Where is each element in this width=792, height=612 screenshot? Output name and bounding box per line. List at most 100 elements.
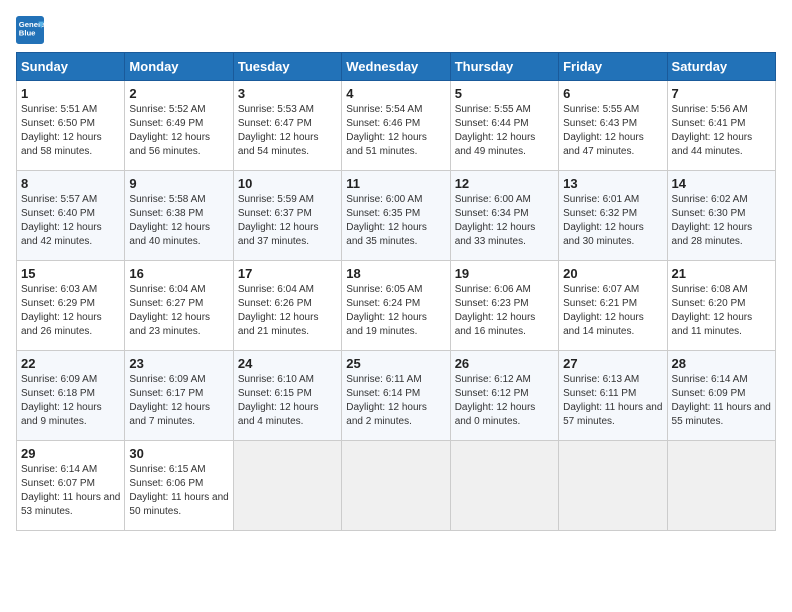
calendar-cell [450, 441, 558, 531]
calendar-cell: 23 Sunrise: 6:09 AMSunset: 6:17 PMDaylig… [125, 351, 233, 441]
calendar-cell [559, 441, 667, 531]
day-info: Sunrise: 6:00 AMSunset: 6:34 PMDaylight:… [455, 194, 536, 247]
col-header-thursday: Thursday [450, 53, 558, 81]
day-number: 17 [238, 266, 337, 281]
day-info: Sunrise: 5:58 AMSunset: 6:38 PMDaylight:… [129, 194, 210, 247]
calendar-cell: 13 Sunrise: 6:01 AMSunset: 6:32 PMDaylig… [559, 171, 667, 261]
calendar-table: SundayMondayTuesdayWednesdayThursdayFrid… [16, 52, 776, 531]
col-header-wednesday: Wednesday [342, 53, 450, 81]
day-info: Sunrise: 5:59 AMSunset: 6:37 PMDaylight:… [238, 194, 319, 247]
calendar-cell: 5 Sunrise: 5:55 AMSunset: 6:44 PMDayligh… [450, 81, 558, 171]
day-number: 20 [563, 266, 662, 281]
day-number: 12 [455, 176, 554, 191]
calendar-cell [233, 441, 341, 531]
col-header-friday: Friday [559, 53, 667, 81]
day-info: Sunrise: 6:04 AMSunset: 6:27 PMDaylight:… [129, 284, 210, 337]
day-number: 26 [455, 356, 554, 371]
calendar-cell: 27 Sunrise: 6:13 AMSunset: 6:11 PMDaylig… [559, 351, 667, 441]
calendar-cell: 15 Sunrise: 6:03 AMSunset: 6:29 PMDaylig… [17, 261, 125, 351]
calendar-cell [667, 441, 775, 531]
day-number: 21 [672, 266, 771, 281]
day-number: 29 [21, 446, 120, 461]
calendar-cell: 19 Sunrise: 6:06 AMSunset: 6:23 PMDaylig… [450, 261, 558, 351]
calendar-cell: 26 Sunrise: 6:12 AMSunset: 6:12 PMDaylig… [450, 351, 558, 441]
day-info: Sunrise: 6:00 AMSunset: 6:35 PMDaylight:… [346, 194, 427, 247]
day-info: Sunrise: 5:56 AMSunset: 6:41 PMDaylight:… [672, 104, 753, 157]
day-info: Sunrise: 5:57 AMSunset: 6:40 PMDaylight:… [21, 194, 102, 247]
day-number: 28 [672, 356, 771, 371]
calendar-week-3: 15 Sunrise: 6:03 AMSunset: 6:29 PMDaylig… [17, 261, 776, 351]
day-number: 18 [346, 266, 445, 281]
day-number: 24 [238, 356, 337, 371]
day-info: Sunrise: 6:15 AMSunset: 6:06 PMDaylight:… [129, 464, 228, 517]
day-number: 22 [21, 356, 120, 371]
logo: General Blue [16, 16, 48, 44]
col-header-saturday: Saturday [667, 53, 775, 81]
day-info: Sunrise: 5:55 AMSunset: 6:43 PMDaylight:… [563, 104, 644, 157]
calendar-week-4: 22 Sunrise: 6:09 AMSunset: 6:18 PMDaylig… [17, 351, 776, 441]
day-info: Sunrise: 6:04 AMSunset: 6:26 PMDaylight:… [238, 284, 319, 337]
day-number: 30 [129, 446, 228, 461]
calendar-cell: 22 Sunrise: 6:09 AMSunset: 6:18 PMDaylig… [17, 351, 125, 441]
day-number: 3 [238, 86, 337, 101]
day-info: Sunrise: 5:55 AMSunset: 6:44 PMDaylight:… [455, 104, 536, 157]
calendar-cell: 9 Sunrise: 5:58 AMSunset: 6:38 PMDayligh… [125, 171, 233, 261]
day-number: 6 [563, 86, 662, 101]
day-number: 9 [129, 176, 228, 191]
calendar-cell [342, 441, 450, 531]
day-number: 2 [129, 86, 228, 101]
calendar-cell: 3 Sunrise: 5:53 AMSunset: 6:47 PMDayligh… [233, 81, 341, 171]
day-number: 16 [129, 266, 228, 281]
calendar-cell: 28 Sunrise: 6:14 AMSunset: 6:09 PMDaylig… [667, 351, 775, 441]
day-info: Sunrise: 6:14 AMSunset: 6:09 PMDaylight:… [672, 374, 771, 427]
calendar-cell: 1 Sunrise: 5:51 AMSunset: 6:50 PMDayligh… [17, 81, 125, 171]
logo-icon: General Blue [16, 16, 44, 44]
day-info: Sunrise: 6:05 AMSunset: 6:24 PMDaylight:… [346, 284, 427, 337]
day-info: Sunrise: 6:11 AMSunset: 6:14 PMDaylight:… [346, 374, 427, 427]
calendar-week-5: 29 Sunrise: 6:14 AMSunset: 6:07 PMDaylig… [17, 441, 776, 531]
calendar-cell: 17 Sunrise: 6:04 AMSunset: 6:26 PMDaylig… [233, 261, 341, 351]
calendar-cell: 21 Sunrise: 6:08 AMSunset: 6:20 PMDaylig… [667, 261, 775, 351]
calendar-cell: 18 Sunrise: 6:05 AMSunset: 6:24 PMDaylig… [342, 261, 450, 351]
calendar-week-2: 8 Sunrise: 5:57 AMSunset: 6:40 PMDayligh… [17, 171, 776, 261]
calendar-cell: 14 Sunrise: 6:02 AMSunset: 6:30 PMDaylig… [667, 171, 775, 261]
col-header-monday: Monday [125, 53, 233, 81]
calendar-cell: 2 Sunrise: 5:52 AMSunset: 6:49 PMDayligh… [125, 81, 233, 171]
day-number: 25 [346, 356, 445, 371]
col-header-tuesday: Tuesday [233, 53, 341, 81]
day-number: 15 [21, 266, 120, 281]
day-number: 14 [672, 176, 771, 191]
calendar-cell: 7 Sunrise: 5:56 AMSunset: 6:41 PMDayligh… [667, 81, 775, 171]
day-info: Sunrise: 5:53 AMSunset: 6:47 PMDaylight:… [238, 104, 319, 157]
day-info: Sunrise: 6:09 AMSunset: 6:18 PMDaylight:… [21, 374, 102, 427]
svg-text:Blue: Blue [19, 29, 36, 38]
day-number: 19 [455, 266, 554, 281]
calendar-cell: 4 Sunrise: 5:54 AMSunset: 6:46 PMDayligh… [342, 81, 450, 171]
header: General Blue [16, 16, 776, 44]
calendar-cell: 12 Sunrise: 6:00 AMSunset: 6:34 PMDaylig… [450, 171, 558, 261]
calendar-cell: 20 Sunrise: 6:07 AMSunset: 6:21 PMDaylig… [559, 261, 667, 351]
day-info: Sunrise: 5:52 AMSunset: 6:49 PMDaylight:… [129, 104, 210, 157]
calendar-cell: 29 Sunrise: 6:14 AMSunset: 6:07 PMDaylig… [17, 441, 125, 531]
day-info: Sunrise: 5:54 AMSunset: 6:46 PMDaylight:… [346, 104, 427, 157]
day-number: 27 [563, 356, 662, 371]
day-info: Sunrise: 6:03 AMSunset: 6:29 PMDaylight:… [21, 284, 102, 337]
col-header-sunday: Sunday [17, 53, 125, 81]
calendar-header-row: SundayMondayTuesdayWednesdayThursdayFrid… [17, 53, 776, 81]
calendar-cell: 30 Sunrise: 6:15 AMSunset: 6:06 PMDaylig… [125, 441, 233, 531]
day-number: 10 [238, 176, 337, 191]
day-number: 8 [21, 176, 120, 191]
day-number: 7 [672, 86, 771, 101]
calendar-cell: 8 Sunrise: 5:57 AMSunset: 6:40 PMDayligh… [17, 171, 125, 261]
day-number: 23 [129, 356, 228, 371]
day-number: 4 [346, 86, 445, 101]
calendar-cell: 24 Sunrise: 6:10 AMSunset: 6:15 PMDaylig… [233, 351, 341, 441]
calendar-week-1: 1 Sunrise: 5:51 AMSunset: 6:50 PMDayligh… [17, 81, 776, 171]
day-number: 5 [455, 86, 554, 101]
day-info: Sunrise: 6:07 AMSunset: 6:21 PMDaylight:… [563, 284, 644, 337]
day-info: Sunrise: 6:08 AMSunset: 6:20 PMDaylight:… [672, 284, 753, 337]
day-info: Sunrise: 6:01 AMSunset: 6:32 PMDaylight:… [563, 194, 644, 247]
day-info: Sunrise: 6:06 AMSunset: 6:23 PMDaylight:… [455, 284, 536, 337]
day-number: 13 [563, 176, 662, 191]
day-number: 1 [21, 86, 120, 101]
